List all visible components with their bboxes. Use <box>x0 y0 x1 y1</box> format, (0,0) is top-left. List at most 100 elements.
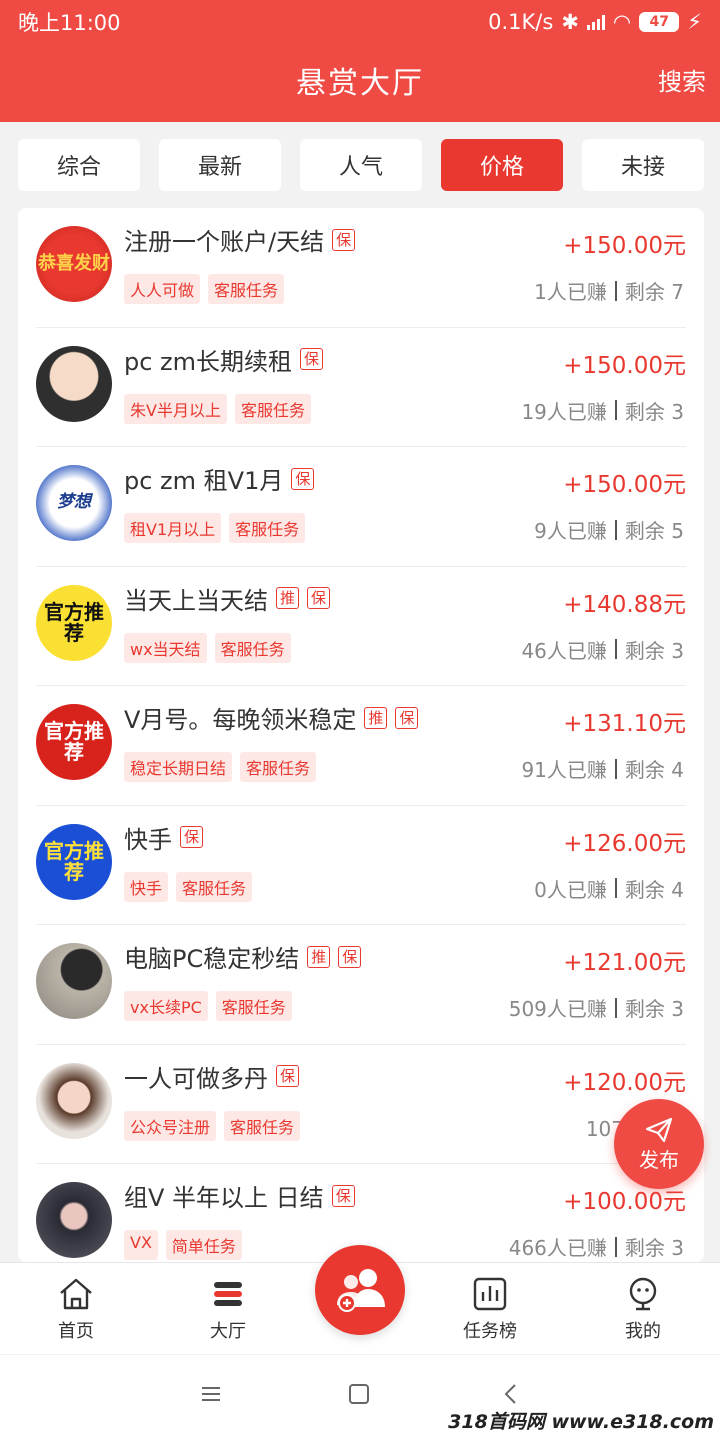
task-badge: 保 <box>300 348 324 370</box>
page-title: 悬赏大厅 <box>296 66 424 101</box>
paper-plane-icon <box>645 1117 673 1142</box>
task-stats: 91人已赚 剩余 4 <box>521 754 684 783</box>
search-button[interactable]: 搜索 <box>658 62 706 97</box>
stat-separator <box>614 878 617 898</box>
home-icon <box>60 1278 92 1310</box>
task-remaining: 剩余 3 <box>624 1236 684 1260</box>
task-tag: 快手 <box>124 871 169 902</box>
task-row[interactable]: 电脑PC稳定秒结推保 +121.00元 vx长续PC 客服任务 509人已赚 剩余… <box>36 925 686 1045</box>
task-price: +150.00元 <box>563 352 686 379</box>
task-row[interactable]: 梦想 pc zm 租V1月保 +150.00元 租V1月以上 客服任务 9人已赚 … <box>36 447 686 567</box>
task-badge: 保 <box>332 228 356 251</box>
task-title-line: 注册一个账户/天结保 <box>124 222 356 257</box>
task-badge: 保 <box>338 945 362 968</box>
task-row[interactable]: pc zm长期续租保 +150.00元 朱V半月以上 客服任务 19人已赚 剩余 … <box>36 328 686 447</box>
system-nav-bar: 318首码网 www.e318.com <box>0 1355 720 1440</box>
task-row[interactable]: 官方推荐 V月号。每晚领米稳定推保 +131.10元 稳定长期日结 客服任务 91… <box>36 686 686 806</box>
center-action-button[interactable] <box>315 1245 405 1335</box>
avatar: 官方推荐 <box>36 704 112 780</box>
task-row[interactable]: 官方推荐 当天上当天结推保 +140.88元 wx当天结 客服任务 46人已赚 剩… <box>36 567 686 686</box>
task-title-line: 当天上当天结推保 <box>124 581 331 616</box>
task-tag: 客服任务 <box>234 393 311 424</box>
task-title: V月号。每晚领米稳定 <box>124 706 357 734</box>
avatar-text: 官方推荐 <box>44 719 104 764</box>
task-price: +150.00元 <box>563 233 686 259</box>
task-stats: 19人已赚 剩余 3 <box>521 396 684 425</box>
task-tag: VX <box>124 1230 158 1260</box>
task-title: 组V 半年以上 日结 <box>124 1184 324 1212</box>
task-tag: 租V1月以上 <box>124 513 222 543</box>
task-title: 电脑PC稳定秒结 <box>124 945 300 973</box>
avatar <box>36 1062 112 1139</box>
nav-home[interactable]: 首页 <box>26 1275 126 1343</box>
avatar-text: 官方推荐 <box>44 838 104 884</box>
menu-icon[interactable] <box>200 1383 222 1405</box>
task-row[interactable]: 一人可做多丹保 +120.00元 公众号注册客服任务 107人已赚 <box>36 1045 686 1164</box>
task-stats: 46人已赚 剩余 3 <box>521 635 684 664</box>
nav-profile[interactable]: 我的 <box>593 1275 693 1343</box>
task-title-line: pc zm长期续租保 <box>124 342 324 377</box>
task-title-line: pc zm 租V1月保 <box>124 461 315 496</box>
task-stats: 466人已赚 剩余 3 <box>509 1232 684 1261</box>
home-square-icon[interactable] <box>348 1383 370 1405</box>
filter-tabs: 综合 最新 人气 价格 未接 <box>18 139 704 191</box>
tab-popular[interactable]: 人气 <box>300 139 422 191</box>
status-bar: 晚上11:00 0.1K/s ✱ ◠ 47 ⚡ <box>0 0 720 44</box>
task-badge: 保 <box>331 1184 355 1207</box>
task-title-line: 快手保 <box>124 820 204 855</box>
nav-ranking[interactable]: 任务榜 <box>440 1275 540 1343</box>
task-row[interactable]: 恭喜发财 注册一个账户/天结保 +150.00元 人人可做 客服任务 1人已赚 剩… <box>36 208 686 328</box>
avatar: 恭喜发财 <box>36 226 112 302</box>
task-badge: 保 <box>307 587 331 609</box>
task-earned: 509人已赚 <box>508 997 607 1021</box>
task-earned: 1人已赚 <box>534 280 607 304</box>
task-tag: 客服任务 <box>215 991 292 1021</box>
task-title: 当天上当天结 <box>124 586 268 615</box>
stat-separator <box>614 639 617 659</box>
publish-label: 发布 <box>639 1147 679 1172</box>
nav-hall[interactable]: 大厅 <box>178 1275 278 1343</box>
task-earned: 91人已赚 <box>521 758 607 782</box>
task-tags: 朱V半月以上 客服任务 <box>124 393 311 424</box>
avatar-text: 官方推荐 <box>44 599 104 645</box>
task-badge: 推 <box>307 945 331 968</box>
task-tag: 客服任务 <box>229 513 306 543</box>
task-tag: 人人可做 <box>124 274 201 304</box>
tab-comprehensive[interactable]: 综合 <box>18 139 140 191</box>
task-badge: 推 <box>276 587 300 609</box>
task-badge: 推 <box>364 706 388 729</box>
task-stats: 1人已赚 剩余 7 <box>534 276 684 305</box>
task-remaining: 剩余 7 <box>624 280 684 304</box>
task-price: +120.00元 <box>563 1069 686 1096</box>
task-earned: 46人已赚 <box>521 638 607 663</box>
watermark: 318首码网 www.e318.com <box>448 1411 714 1433</box>
users-add-icon <box>337 1269 385 1312</box>
task-badge: 保 <box>276 1065 300 1087</box>
back-icon[interactable] <box>500 1383 522 1405</box>
task-tags: 租V1月以上 客服任务 <box>124 513 306 543</box>
task-price: +121.00元 <box>563 950 686 976</box>
publish-button[interactable]: 发布 <box>614 1099 704 1189</box>
tab-unclaimed[interactable]: 未接 <box>582 139 704 191</box>
network-speed: 0.1K/s <box>488 10 554 34</box>
task-badge: 保 <box>291 467 315 490</box>
task-title: 注册一个账户/天结 <box>124 228 325 256</box>
task-title-line: 组V 半年以上 日结保 <box>124 1178 355 1213</box>
tab-latest[interactable]: 最新 <box>159 139 281 191</box>
task-tag: vx长续PC <box>124 991 208 1021</box>
avatar-text: 梦想 <box>57 492 91 513</box>
task-tag: 客服任务 <box>240 752 317 782</box>
task-tags: wx当天结 客服任务 <box>124 632 291 663</box>
status-right: 0.1K/s ✱ ◠ 47 ⚡ <box>488 10 702 34</box>
task-row[interactable]: 官方推荐 快手保 +126.00元 快手 客服任务 0人已赚 剩余 4 <box>36 806 686 925</box>
avatar <box>36 345 112 422</box>
task-stats: 9人已赚 剩余 5 <box>534 515 684 544</box>
stat-separator <box>614 519 617 540</box>
charging-icon: ⚡ <box>687 10 702 34</box>
task-tag: 客服任务 <box>176 871 253 902</box>
task-remaining: 剩余 3 <box>624 638 684 663</box>
task-earned: 466人已赚 <box>508 1236 607 1260</box>
tab-price[interactable]: 价格 <box>441 139 563 191</box>
task-title-line: 电脑PC稳定秒结推保 <box>124 939 362 974</box>
task-badge: 保 <box>395 706 419 729</box>
